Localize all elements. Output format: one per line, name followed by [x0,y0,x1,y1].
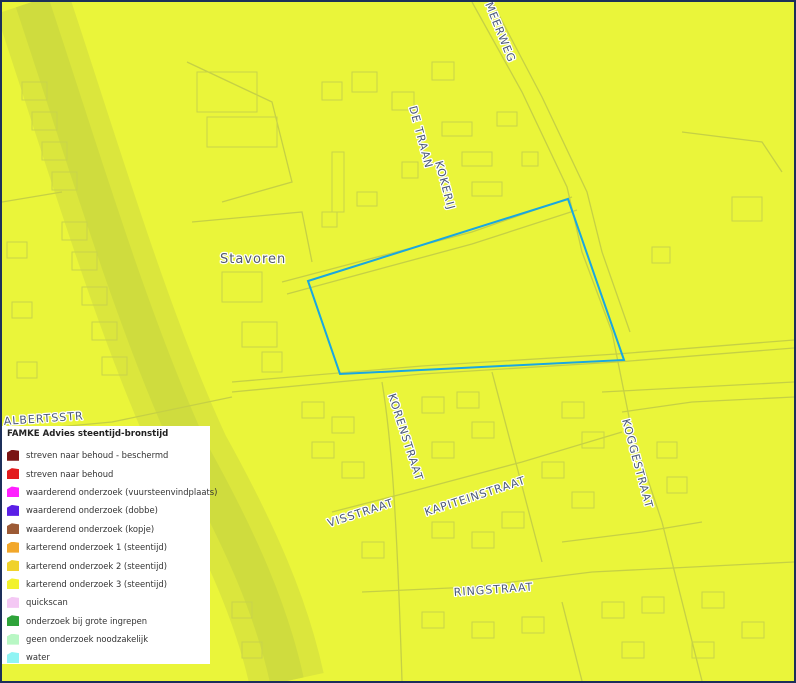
legend-label: geen onderzoek noodzakelijk [26,634,149,645]
legend-item: quickscan [7,593,205,611]
legend-label: streven naar behoud [26,468,114,479]
legend-label: waarderend onderzoek (vuursteenvindplaat… [26,486,218,497]
legend-title: FAMKE Advies steentijd-bronstijd [7,429,169,439]
legend-label: quickscan [26,597,68,608]
legend-item: geen onderzoek noodzakelijk [7,630,205,648]
legend-swatch [7,541,19,553]
legend-item: waarderend onderzoek (vuursteenvindplaat… [7,483,217,501]
legend-swatch [7,578,19,590]
legend-item: karterend onderzoek 1 (steentijd) [7,538,205,556]
legend-label: streven naar behoud - beschermd [26,450,169,461]
legend-swatch [7,486,19,498]
place-label-stavoren: Stavoren [220,252,286,267]
legend-item: water [7,648,205,666]
legend-swatch [7,615,19,627]
legend-swatch [7,560,19,572]
legend-item: waarderend onderzoek (kopje) [7,520,205,538]
legend-label: waarderend onderzoek (dobbe) [26,505,158,516]
legend-swatch [7,523,19,535]
legend-label: water [26,652,50,663]
legend-label: karterend onderzoek 1 (steentijd) [26,542,167,553]
legend-label: karterend onderzoek 2 (steentijd) [26,560,167,571]
legend-item: karterend onderzoek 2 (steentijd) [7,556,205,574]
legend-swatch [7,504,19,516]
legend-item: streven naar behoud [7,464,205,482]
legend-swatch [7,449,19,461]
legend-swatch [7,468,19,480]
legend-item: onderzoek bij grote ingrepen [7,612,205,630]
legend-item: waarderend onderzoek (dobbe) [7,501,205,519]
legend-label: karterend onderzoek 3 (steentijd) [26,578,167,589]
legend-item: streven naar behoud - beschermd [7,446,205,464]
legend-item: karterend onderzoek 3 (steentijd) [7,575,205,593]
legend-label: waarderend onderzoek (kopje) [26,523,155,534]
legend-swatch [7,633,19,645]
legend-label: onderzoek bij grote ingrepen [26,615,148,626]
map-legend: FAMKE Advies steentijd-bronstijd streven… [2,426,217,667]
legend-items: streven naar behoud - beschermd streven n… [7,446,217,667]
legend-swatch [7,651,19,663]
legend-swatch [7,596,19,608]
